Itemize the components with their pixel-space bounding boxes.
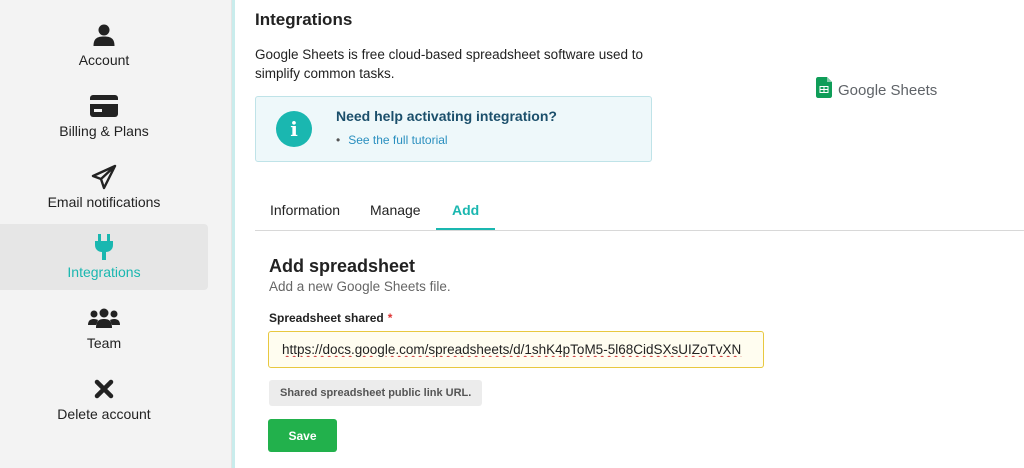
sidebar-item-label: Account <box>78 52 130 68</box>
page-title: Integrations <box>255 10 353 29</box>
integration-description: Google Sheets is free cloud-based spread… <box>255 47 643 81</box>
sidebar: Account Billing & Plans Email notificati… <box>0 0 232 468</box>
sidebar-divider <box>232 0 235 468</box>
spreadsheet-url-input[interactable] <box>268 331 764 368</box>
paper-plane-icon <box>91 164 117 190</box>
sidebar-item-account[interactable]: Account <box>0 12 208 78</box>
section-subtitle: Add a new Google Sheets file. <box>269 279 451 294</box>
help-title: Need help activating integration? <box>336 108 557 124</box>
sidebar-item-label: Integrations <box>67 264 141 280</box>
field-label-text: Spreadsheet shared <box>269 311 384 325</box>
info-icon: i <box>276 111 312 147</box>
tab-information[interactable]: Information <box>270 202 340 218</box>
help-callout: i Need help activating integration? • See… <box>255 96 652 162</box>
section-title: Add spreadsheet <box>269 256 416 276</box>
sidebar-item-team[interactable]: Team <box>0 295 208 361</box>
plug-icon <box>94 234 114 260</box>
tab-add[interactable]: Add <box>452 202 479 218</box>
sidebar-item-label: Email notifications <box>47 194 161 210</box>
sidebar-item-integrations[interactable]: Integrations <box>0 224 208 290</box>
sidebar-item-label: Billing & Plans <box>59 123 149 139</box>
tab-manage[interactable]: Manage <box>370 202 421 218</box>
users-icon <box>88 305 120 331</box>
sidebar-item-label: Delete account <box>57 406 151 422</box>
field-hint: Shared spreadsheet public link URL. <box>269 380 483 406</box>
tutorial-link[interactable]: See the full tutorial <box>348 133 447 147</box>
close-icon <box>94 376 114 402</box>
credit-card-icon <box>90 93 118 119</box>
google-sheets-logo: Google Sheets <box>816 77 937 103</box>
sidebar-item-delete-account[interactable]: Delete account <box>0 366 208 432</box>
google-sheets-icon <box>816 77 832 103</box>
bullet-icon: • <box>336 133 341 147</box>
active-tab-indicator <box>436 228 495 230</box>
sidebar-item-billing[interactable]: Billing & Plans <box>0 83 208 149</box>
tab-bar: Information Manage Add <box>255 193 1024 231</box>
user-icon <box>92 22 116 48</box>
spreadsheet-field-label: Spreadsheet shared * <box>269 311 392 325</box>
sidebar-item-label: Team <box>86 335 122 351</box>
tutorial-link-item: • See the full tutorial <box>336 133 448 147</box>
google-sheets-logo-label: Google Sheets <box>838 81 938 99</box>
save-button[interactable]: Save <box>268 419 337 452</box>
sidebar-item-email-notifications[interactable]: Email notifications <box>0 154 208 220</box>
required-marker: * <box>387 311 393 325</box>
